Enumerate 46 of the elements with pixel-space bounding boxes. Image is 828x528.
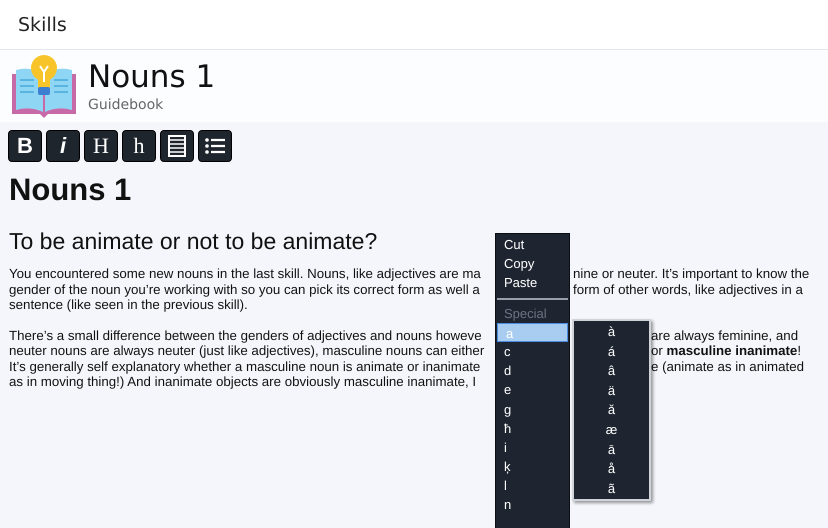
menu-item[interactable]: å <box>574 459 649 479</box>
paragraph-text: form of other words, like adjectives in a <box>573 282 803 297</box>
guidebook-title: Nouns 1 <box>88 59 216 95</box>
paragraph-text: sentence (like seen in the previous skill). <box>9 297 248 312</box>
menu-item[interactable]: ķ <box>496 457 569 476</box>
article-heading: Nouns 1 <box>9 172 132 208</box>
justify-icon <box>166 135 188 157</box>
list-icon <box>204 135 226 157</box>
menu-item[interactable]: ã <box>574 478 649 498</box>
menu-item[interactable]: Paste <box>496 273 569 293</box>
format-button[interactable] <box>198 130 232 162</box>
format-button[interactable]: h <box>122 130 156 162</box>
menu-item[interactable]: ä <box>574 380 649 400</box>
menu-item[interactable]: æ <box>574 420 649 440</box>
article-subheading: To be animate or not to be animate? <box>9 227 378 256</box>
menu-item[interactable]: n <box>496 495 569 515</box>
menu-item[interactable]: i <box>496 438 569 458</box>
paragraph-text: as in moving thing!) And inanimate objects are obviously masculine inanimate, I <box>9 374 476 389</box>
paragraph-text: There’s a small difference between the genders of adjectives and nouns howeve <box>9 328 482 342</box>
format-button[interactable]: i <box>46 130 80 162</box>
menu-item[interactable]: ħ <box>496 418 569 438</box>
page-title: Skills <box>18 14 67 36</box>
menu-item[interactable]: â <box>574 361 649 381</box>
menu-item[interactable]: g <box>496 400 569 419</box>
guidebook-subtitle: Guidebook <box>88 97 164 113</box>
format-button[interactable]: B <box>8 130 42 162</box>
menu-item[interactable]: Copy <box>496 254 569 274</box>
paragraph-text: or masculine inanimate! <box>651 343 802 358</box>
paragraph-text: nine or neuter. It’s important to know the <box>573 266 810 282</box>
menu-item[interactable]: d <box>496 361 569 380</box>
menu-item[interactable]: á <box>574 342 649 362</box>
paragraph-text: e (animate as in animated <box>651 358 804 374</box>
menu-item[interactable]: Cut <box>496 235 569 254</box>
menu-item[interactable]: c <box>496 342 569 362</box>
format-button[interactable] <box>160 130 194 162</box>
paragraph-text: You encountered some new nouns in the last skill. Nouns, like adjectives are ma <box>9 266 481 281</box>
paragraph-text: neuter nouns are always neuter (just like adjectives), masculine nouns can either <box>9 343 484 358</box>
paragraph-text: It’s generally self explanatory whether a masculine noun is animate or inanimate <box>9 358 480 374</box>
menu-item[interactable]: ā <box>574 440 649 460</box>
menu-item[interactable]: ǎ <box>574 400 649 420</box>
paragraph-text: gender of the noun you’re working with so you can pick its correct form as well a <box>9 282 480 296</box>
format-button[interactable]: H <box>84 130 118 162</box>
menu-item[interactable]: l <box>496 476 569 496</box>
paragraph-text: are always feminine, and <box>651 328 798 343</box>
menu-item[interactable]: à <box>574 322 649 342</box>
menu-item[interactable]: e <box>496 380 569 400</box>
